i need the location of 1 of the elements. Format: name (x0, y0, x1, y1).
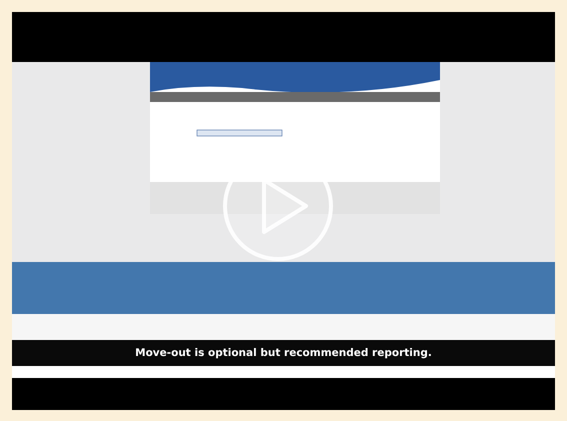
video-caption: Move-out is optional but recommended reporting. (135, 347, 432, 359)
